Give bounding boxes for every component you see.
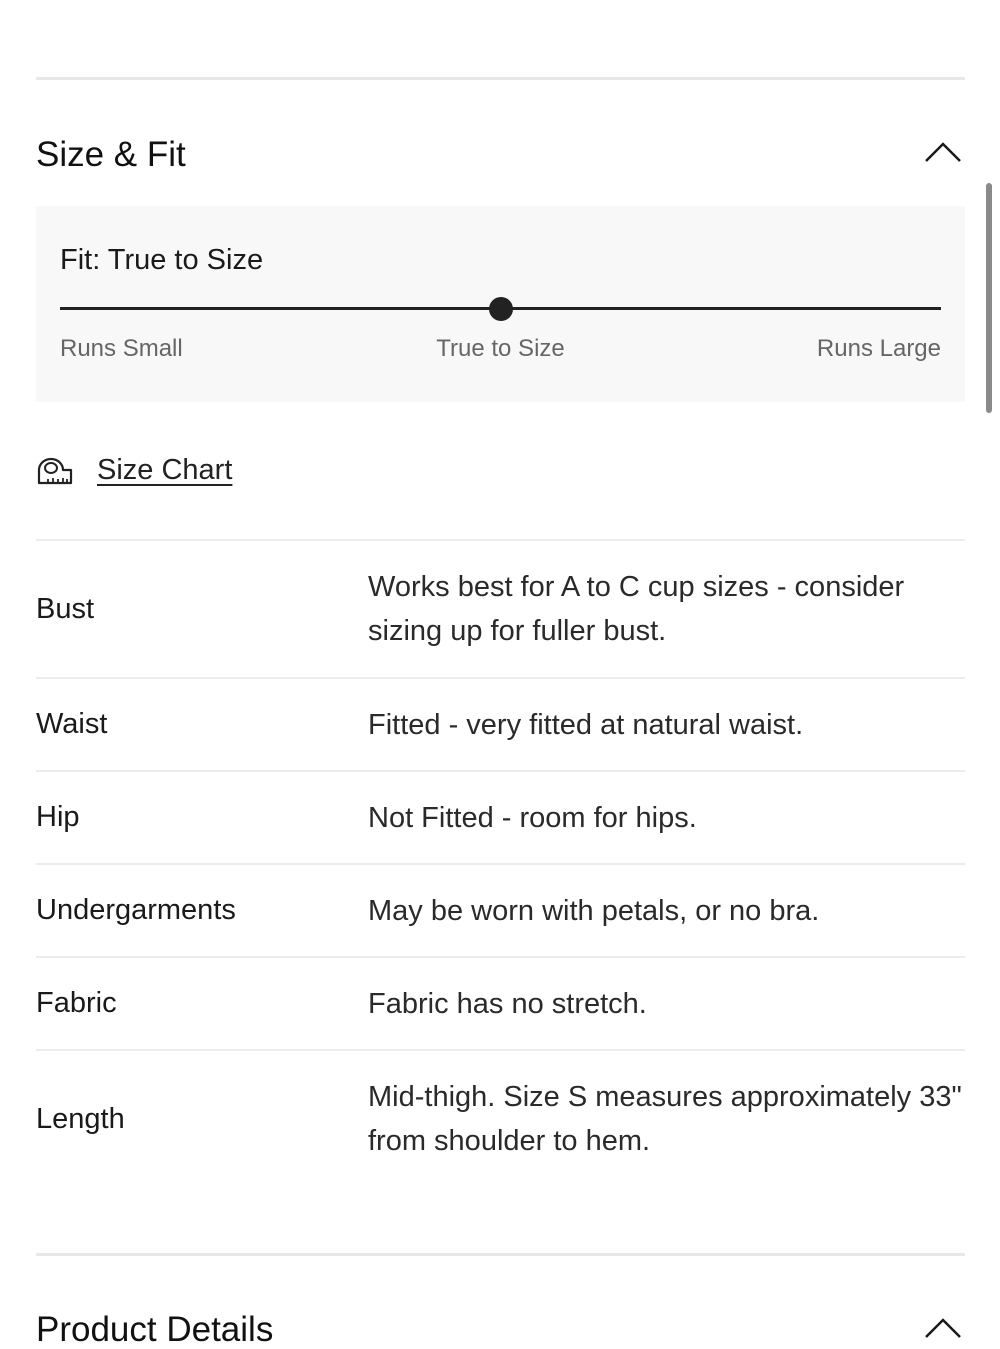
- fit-scale-panel: Fit: True to Size Runs Small True to Siz…: [36, 206, 965, 402]
- fit-details-table: Bust Works best for A to C cup sizes - c…: [36, 539, 965, 1187]
- fit-label-runs-large: Runs Large: [816, 335, 941, 362]
- fit-label-true-to-size: True to Size: [436, 335, 565, 362]
- row-attribute: Length: [36, 1102, 125, 1135]
- table-row-undergarments: Undergarments May be worn with petals, o…: [36, 863, 965, 956]
- fit-title: Fit: True to Size: [60, 244, 264, 276]
- table-row-waist: Waist Fitted - very fitted at natural wa…: [36, 677, 965, 770]
- row-attribute: Bust: [36, 592, 95, 625]
- scrollbar-thumb[interactable]: [986, 183, 992, 413]
- fit-label-runs-small: Runs Small: [60, 335, 183, 362]
- row-description: Not Fitted - room for hips.: [368, 801, 697, 834]
- table-row-length: Length Mid-thigh. Size S measures approx…: [36, 1049, 965, 1187]
- size-fit-title[interactable]: Size & Fit: [36, 137, 186, 172]
- row-attribute: Hip: [36, 801, 80, 833]
- fit-scale-marker: [488, 297, 513, 321]
- product-details-divider: [36, 1253, 965, 1256]
- row-description: Works best for A to C cup sizes - consid…: [368, 571, 905, 647]
- table-row-fabric: Fabric Fabric has no stretch.: [36, 956, 965, 1049]
- size-chart-label[interactable]: Size Chart: [97, 454, 232, 487]
- size-chart-link[interactable]: Size Chart: [36, 450, 232, 490]
- row-attribute: Fabric: [36, 987, 117, 1019]
- table-row-hip: Hip Not Fitted - room for hips.: [36, 770, 965, 863]
- row-description: Fitted - very fitted at natural waist.: [368, 708, 804, 741]
- row-attribute: Waist: [36, 708, 108, 740]
- row-description: Mid-thigh. Size S measures approximately…: [368, 1081, 962, 1157]
- row-attribute: Undergarments: [36, 894, 236, 926]
- chevron-up-icon[interactable]: [923, 140, 963, 164]
- row-description: May be worn with petals, or no bra.: [368, 894, 820, 927]
- measuring-tape-icon: [36, 455, 74, 485]
- table-row-bust: Bust Works best for A to C cup sizes - c…: [36, 539, 965, 677]
- top-divider: [36, 77, 965, 80]
- chevron-up-icon[interactable]: [923, 1316, 963, 1340]
- product-details-title[interactable]: Product Details: [36, 1312, 273, 1347]
- row-description: Fabric has no stretch.: [368, 987, 647, 1020]
